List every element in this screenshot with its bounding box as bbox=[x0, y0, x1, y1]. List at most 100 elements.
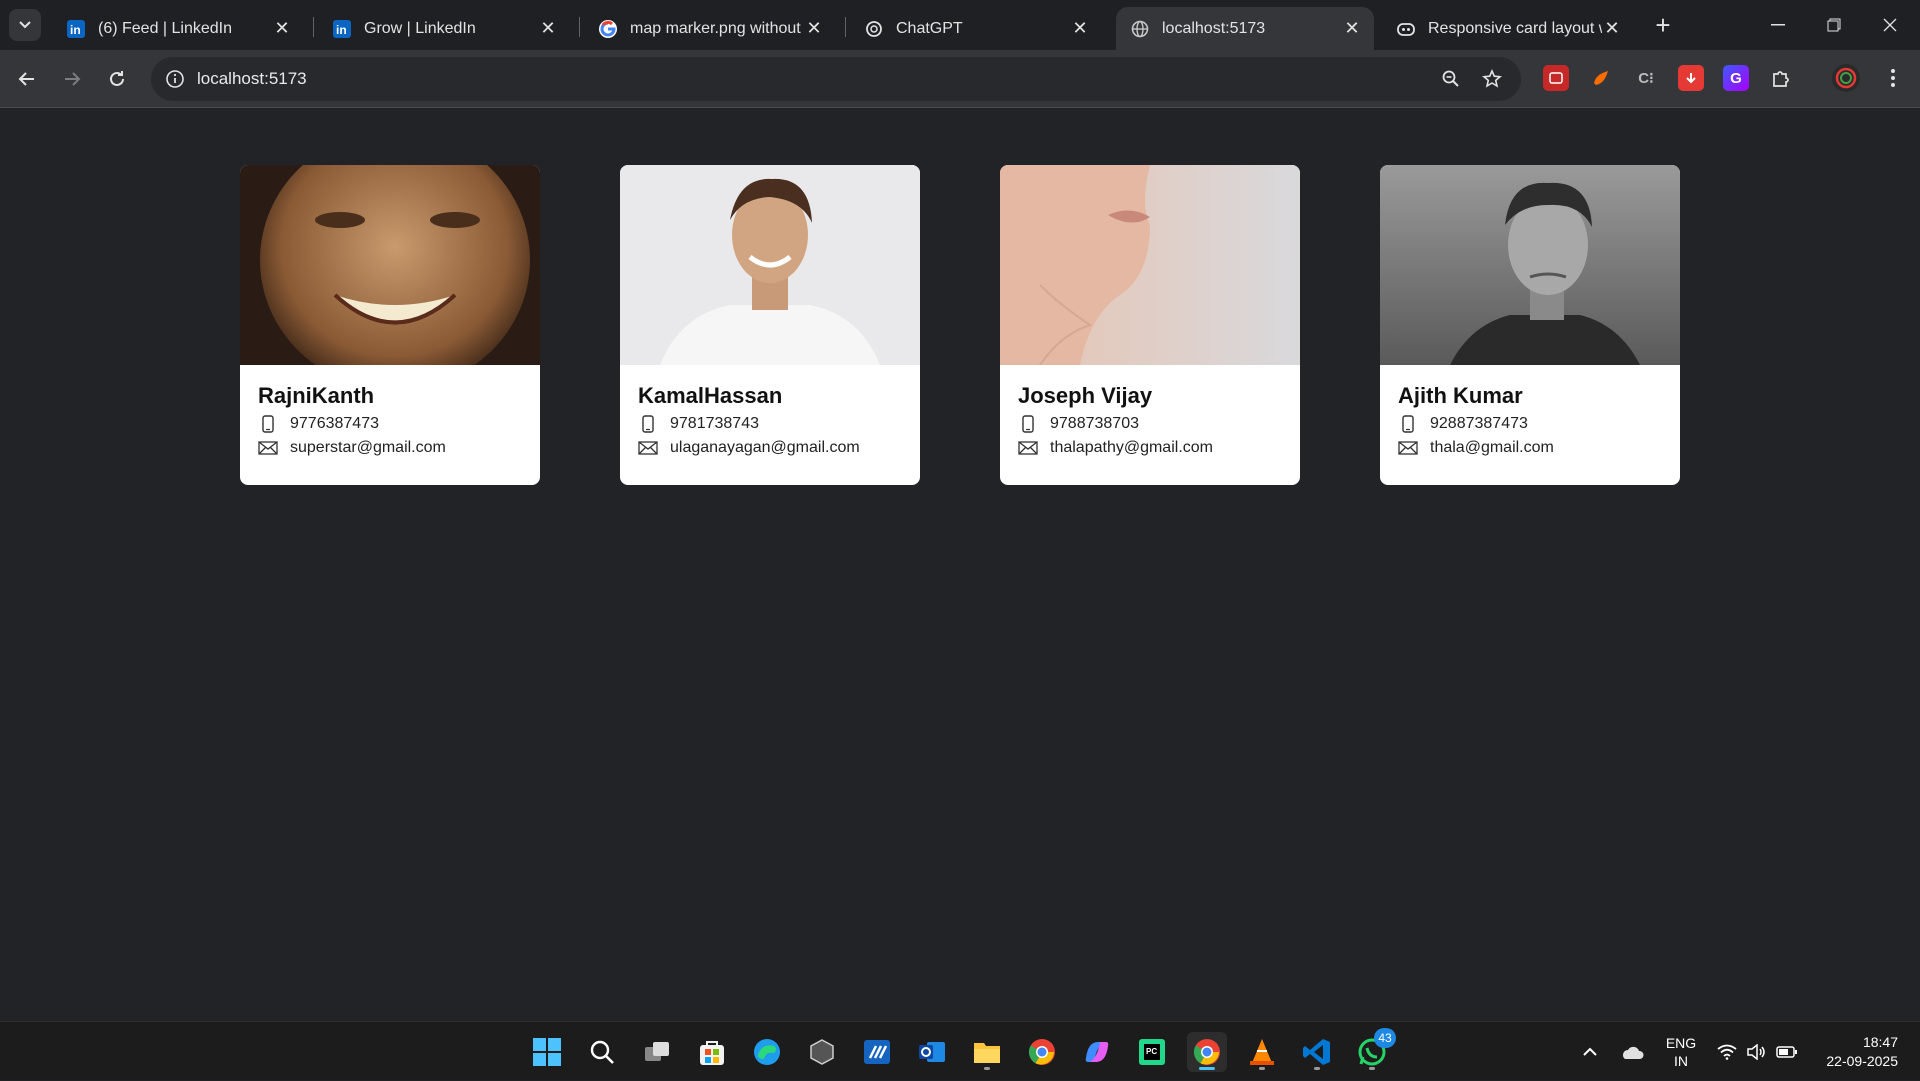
profile-card: RajniKanth 9776387473 superstar@gmail.co… bbox=[240, 165, 540, 485]
tab-strip: in (6) Feed | LinkedIn ✕ in Grow | Linke… bbox=[0, 0, 1920, 50]
chevron-up-icon bbox=[1583, 1047, 1597, 1056]
tab-separator bbox=[579, 17, 580, 37]
profile-card: Joseph Vijay 9788738703 thalapathy@gmail… bbox=[1000, 165, 1300, 485]
reload-icon bbox=[110, 71, 124, 86]
microsoft-store-icon[interactable] bbox=[692, 1032, 732, 1072]
tab-title: localhost:5173 bbox=[1162, 19, 1266, 37]
unity-hub-icon[interactable] bbox=[802, 1032, 842, 1072]
battery-icon[interactable] bbox=[1776, 1022, 1798, 1081]
new-tab-button[interactable]: + bbox=[1650, 10, 1676, 40]
tab-search-button[interactable] bbox=[9, 9, 41, 41]
tab-chatgpt[interactable]: ChatGPT ✕ bbox=[850, 7, 1102, 50]
vscode-icon[interactable] bbox=[1297, 1032, 1337, 1072]
site-info-icon[interactable] bbox=[161, 65, 189, 93]
profile-photo bbox=[240, 165, 540, 365]
tab-title: ChatGPT bbox=[896, 19, 963, 37]
close-icon[interactable]: ✕ bbox=[1070, 18, 1090, 39]
region-code: IN bbox=[1674, 1052, 1688, 1069]
card-body: RajniKanth 9776387473 superstar@gmail.co… bbox=[240, 365, 540, 457]
browser-menu-icon[interactable] bbox=[1880, 65, 1906, 91]
tab-google-search[interactable]: map marker.png without b ✕ bbox=[584, 7, 836, 50]
restore-button[interactable] bbox=[1806, 0, 1862, 50]
phone-row: 9776387473 bbox=[258, 415, 522, 433]
email-address: superstar@gmail.com bbox=[290, 439, 446, 456]
card-name: RajniKanth bbox=[258, 383, 375, 408]
extension-red-icon[interactable] bbox=[1543, 65, 1569, 91]
email-address: thalapathy@gmail.com bbox=[1050, 439, 1213, 456]
file-explorer-icon[interactable] bbox=[967, 1032, 1007, 1072]
reload-button[interactable] bbox=[100, 62, 134, 96]
clock[interactable]: 18:47 22-09-2025 bbox=[1816, 1022, 1898, 1081]
extension-g-icon[interactable]: G bbox=[1723, 65, 1749, 91]
whatsapp-icon[interactable]: 43 bbox=[1352, 1028, 1396, 1072]
close-icon[interactable]: ✕ bbox=[804, 18, 824, 39]
card-body: KamalHassan 9781738743 ulaganayagan@gmai… bbox=[620, 365, 920, 457]
extension-c-icon[interactable]: C⁝ bbox=[1633, 65, 1659, 91]
extension-download-icon[interactable] bbox=[1678, 65, 1704, 91]
arrow-right-icon bbox=[65, 72, 81, 86]
close-icon[interactable]: ✕ bbox=[1602, 18, 1622, 39]
chevron-down-icon bbox=[19, 21, 31, 29]
card-body: Ajith Kumar 92887387473 thala@gmail.com bbox=[1380, 365, 1680, 457]
running-indicator bbox=[1314, 1067, 1320, 1070]
tab-localhost[interactable]: localhost:5173 ✕ bbox=[1116, 7, 1374, 50]
back-button[interactable] bbox=[10, 62, 44, 96]
tab-linkedin-grow[interactable]: in Grow | LinkedIn ✕ bbox=[318, 7, 570, 50]
profile-avatar[interactable] bbox=[1832, 64, 1860, 92]
volume-icon[interactable] bbox=[1746, 1022, 1766, 1081]
close-icon[interactable]: ✕ bbox=[538, 18, 558, 39]
close-icon bbox=[1883, 18, 1897, 32]
copilot-app-icon[interactable] bbox=[1077, 1032, 1117, 1072]
tab-copilot[interactable]: Responsive card layout wi ✕ bbox=[1382, 7, 1634, 50]
phone-number: 9781738743 bbox=[670, 415, 759, 432]
task-view-icon[interactable] bbox=[637, 1032, 677, 1072]
profile-photo bbox=[1000, 165, 1300, 365]
minimize-button[interactable] bbox=[1750, 0, 1806, 50]
vmware-icon[interactable] bbox=[857, 1032, 897, 1072]
show-hidden-icons[interactable] bbox=[1582, 1022, 1598, 1081]
svg-text:in: in bbox=[70, 23, 81, 37]
phone-icon bbox=[1398, 415, 1418, 433]
edge-browser-icon[interactable] bbox=[747, 1032, 787, 1072]
windows-taskbar: PC 43 ENG IN 18:47 22-09-2025 bbox=[0, 1021, 1920, 1080]
email-address: ulaganayagan@gmail.com bbox=[670, 439, 860, 456]
outlook-icon[interactable] bbox=[912, 1032, 952, 1072]
chrome-icon[interactable] bbox=[1022, 1032, 1062, 1072]
clock-time: 18:47 bbox=[1862, 1033, 1898, 1050]
address-bar[interactable]: localhost:5173 bbox=[151, 57, 1521, 101]
tab-title: (6) Feed | LinkedIn bbox=[98, 19, 233, 37]
zoom-icon[interactable] bbox=[1437, 65, 1465, 93]
envelope-icon bbox=[1398, 439, 1418, 457]
tab-separator bbox=[313, 17, 314, 37]
phone-icon bbox=[638, 415, 658, 433]
envelope-icon bbox=[258, 439, 278, 457]
chrome-active-icon[interactable] bbox=[1187, 1032, 1227, 1072]
extension-orange-icon[interactable] bbox=[1588, 65, 1614, 91]
running-indicator bbox=[1259, 1067, 1265, 1070]
pycharm-icon[interactable]: PC bbox=[1132, 1032, 1172, 1072]
start-windows-icon[interactable] bbox=[527, 1032, 567, 1072]
close-icon[interactable]: ✕ bbox=[1342, 18, 1362, 39]
card-name: Joseph Vijay bbox=[1018, 383, 1153, 408]
phone-row: 92887387473 bbox=[1398, 415, 1662, 433]
envelope-icon bbox=[638, 439, 658, 457]
clock-date: 22-09-2025 bbox=[1826, 1052, 1898, 1069]
vlc-icon[interactable] bbox=[1242, 1032, 1282, 1072]
bookmark-star-icon[interactable] bbox=[1478, 65, 1506, 93]
address-text[interactable]: localhost:5173 bbox=[197, 69, 307, 89]
onedrive-icon[interactable] bbox=[1620, 1022, 1644, 1081]
running-indicator bbox=[1369, 1067, 1375, 1070]
email-row: superstar@gmail.com bbox=[258, 439, 522, 457]
close-window-button[interactable] bbox=[1862, 0, 1918, 50]
language-code: ENG bbox=[1665, 1034, 1697, 1051]
tab-linkedin-feed[interactable]: in (6) Feed | LinkedIn ✕ bbox=[52, 7, 304, 50]
close-icon[interactable]: ✕ bbox=[272, 18, 292, 39]
search-icon[interactable] bbox=[582, 1032, 622, 1072]
active-indicator bbox=[1199, 1067, 1215, 1070]
extensions-puzzle-icon[interactable] bbox=[1768, 65, 1794, 91]
language-indicator[interactable]: ENG IN bbox=[1665, 1022, 1697, 1081]
forward-button[interactable] bbox=[55, 62, 89, 96]
wifi-icon[interactable] bbox=[1717, 1022, 1737, 1081]
profile-card: Ajith Kumar 92887387473 thala@gmail.com bbox=[1380, 165, 1680, 485]
page-content: RajniKanth 9776387473 superstar@gmail.co… bbox=[0, 109, 1920, 1021]
